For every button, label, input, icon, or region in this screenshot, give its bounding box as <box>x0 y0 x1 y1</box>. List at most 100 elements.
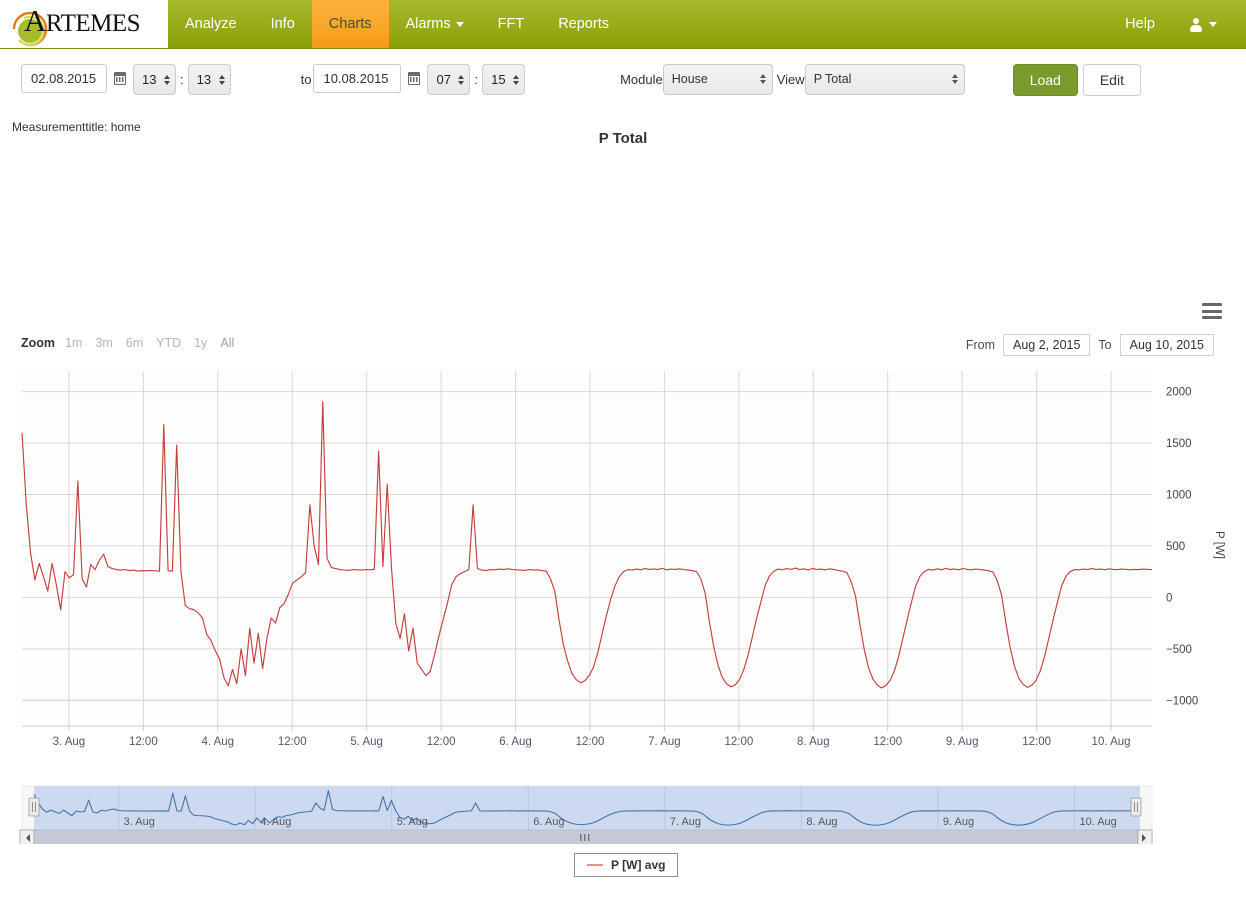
nav-item-info[interactable]: Info <box>254 0 312 48</box>
load-button[interactable]: Load <box>1012 64 1078 96</box>
edit-button[interactable]: Edit <box>1082 64 1141 96</box>
svg-text:3. Aug: 3. Aug <box>53 736 86 748</box>
svg-text:4. Aug: 4. Aug <box>260 816 291 828</box>
calendar-icon <box>408 72 421 85</box>
navigator[interactable]: 3. Aug 4. Aug 5. Aug 6. Aug 7. Aug 8. Aug 9. A… <box>0 782 1246 847</box>
range-to-label: To <box>1098 338 1112 352</box>
filter-bar: 13 : 13 to 07 : 15 Module House View P T… <box>0 49 1246 112</box>
nav-item-alarms[interactable]: Alarms <box>389 0 481 48</box>
hamburger-menu-icon[interactable] <box>1202 303 1222 319</box>
svg-text:12:00: 12:00 <box>129 736 158 748</box>
zoom-button-all[interactable]: All <box>220 336 234 350</box>
to-hour-stepper[interactable]: 07 <box>427 64 471 95</box>
svg-text:1000: 1000 <box>1166 489 1192 501</box>
x-tick-labels: 3. Aug 12:00 4. Aug 12:00 5. Aug 12:00 6. Aug 1… <box>53 736 1131 748</box>
nav-item-fft[interactable]: FFT <box>481 0 542 48</box>
zoom-range-selector: Zoom 1m 3m 6m YTD 1y All <box>21 336 234 350</box>
svg-text:10. Aug: 10. Aug <box>1079 816 1116 828</box>
zoom-button-1m[interactable]: 1m <box>65 336 82 350</box>
view-select[interactable]: P Total <box>804 64 965 95</box>
svg-text:12:00: 12:00 <box>278 736 307 748</box>
svg-text:2000: 2000 <box>1166 387 1192 399</box>
navigator-right-handle[interactable] <box>1130 797 1142 817</box>
nav-item-reports-label: Reports <box>558 16 609 32</box>
svg-text:12:00: 12:00 <box>427 736 456 748</box>
svg-text:9. Aug: 9. Aug <box>943 816 974 828</box>
to-datetime-group: 07 : 15 <box>313 64 526 95</box>
module-select-value: House <box>671 72 708 86</box>
nav-item-info-label: Info <box>270 16 295 32</box>
nav-item-help[interactable]: Help <box>1108 0 1172 48</box>
stepper-arrows-icon[interactable] <box>218 74 225 86</box>
brand-logo: ARTEMES <box>8 1 160 47</box>
y-axis-label: P [W] <box>1213 531 1225 559</box>
navigator-left-handle[interactable] <box>28 797 40 817</box>
chart-legend[interactable]: P [W] avg <box>574 853 679 877</box>
svg-text:12:00: 12:00 <box>873 736 902 748</box>
user-icon <box>1189 17 1202 32</box>
calendar-icon <box>114 72 126 85</box>
zoom-button-1y[interactable]: 1y <box>194 336 207 350</box>
svg-text:12:00: 12:00 <box>1022 736 1051 748</box>
svg-text:6. Aug: 6. Aug <box>499 736 532 748</box>
svg-text:−500: −500 <box>1166 644 1192 656</box>
brand-name: ARTEMES <box>24 3 141 38</box>
view-select-value: P Total <box>813 72 852 86</box>
svg-text:4. Aug: 4. Aug <box>201 736 234 748</box>
svg-text:6. Aug: 6. Aug <box>533 816 564 828</box>
navigator-scrollbar-track[interactable] <box>19 829 1153 847</box>
range-from-input[interactable]: Aug 2, 2015 <box>1003 334 1091 356</box>
svg-text:9. Aug: 9. Aug <box>946 736 979 748</box>
svg-text:1500: 1500 <box>1166 438 1192 450</box>
stepper-arrows-icon[interactable] <box>513 74 520 86</box>
svg-text:8. Aug: 8. Aug <box>806 816 837 828</box>
from-datetime-group: 13 : 13 <box>21 64 231 95</box>
svg-text:7. Aug: 7. Aug <box>670 816 701 828</box>
svg-text:5. Aug: 5. Aug <box>350 736 383 748</box>
svg-text:0: 0 <box>1166 592 1172 604</box>
to-label: to <box>300 72 312 87</box>
to-minute-value: 15 <box>491 72 506 87</box>
nav-item-charts[interactable]: Charts <box>311 0 389 48</box>
nav-item-analyze[interactable]: Analyze <box>168 0 254 48</box>
date-range-inputs: From Aug 2, 2015 To Aug 10, 2015 <box>966 334 1222 356</box>
chart-title: P Total <box>598 130 648 147</box>
svg-text:5. Aug: 5. Aug <box>397 816 428 828</box>
to-hour-value: 07 <box>436 72 451 87</box>
chart-svg[interactable]: 2000 1500 1000 500 0 −500 −1000 3. Aug 12:00 4. … <box>0 365 1246 760</box>
module-select[interactable]: House <box>662 64 773 95</box>
nav-item-reports[interactable]: Reports <box>541 0 626 48</box>
nav-right-group: Help <box>1108 0 1246 48</box>
stepper-arrows-icon[interactable] <box>458 74 465 86</box>
to-minute-stepper[interactable]: 15 <box>482 64 526 95</box>
svg-text:3. Aug: 3. Aug <box>124 816 155 828</box>
zoom-label: Zoom <box>21 336 56 350</box>
range-to-input[interactable]: Aug 10, 2015 <box>1119 334 1214 356</box>
from-calendar-button[interactable] <box>107 64 133 93</box>
svg-text:−1000: −1000 <box>1166 695 1198 707</box>
from-date-input[interactable] <box>21 64 107 93</box>
to-date-input[interactable] <box>313 64 402 93</box>
to-time-separator: : <box>474 72 479 87</box>
user-menu[interactable] <box>1172 0 1234 48</box>
module-label: Module <box>620 72 663 87</box>
zoom-button-3m[interactable]: 3m <box>95 336 112 350</box>
from-minute-stepper[interactable]: 13 <box>187 64 231 95</box>
select-arrows-icon <box>759 73 766 85</box>
navigator-svg[interactable]: 3. Aug 4. Aug 5. Aug 6. Aug 7. Aug 8. Aug 9. A… <box>0 782 1246 847</box>
svg-text:10. Aug: 10. Aug <box>1092 736 1131 748</box>
zoom-button-ytd[interactable]: YTD <box>156 336 181 350</box>
from-time-separator: : <box>180 72 184 87</box>
nav-item-fft-label: FFT <box>497 16 525 32</box>
chevron-down-icon <box>455 21 464 27</box>
brand-logo-area[interactable]: ARTEMES <box>0 0 168 48</box>
stepper-arrows-icon[interactable] <box>164 74 170 86</box>
zoom-button-6m[interactable]: 6m <box>126 336 143 350</box>
from-hour-stepper[interactable]: 13 <box>133 64 176 95</box>
chevron-down-icon <box>1209 21 1217 27</box>
range-from-label: From <box>965 338 995 352</box>
to-calendar-button[interactable] <box>401 64 427 93</box>
select-arrows-icon <box>951 73 958 85</box>
top-navbar: ARTEMES Analyze Info Charts Alarms FFT R… <box>0 0 1246 49</box>
plot-area: 2000 1500 1000 500 0 −500 −1000 3. Aug 12:00 4. … <box>0 365 1246 760</box>
